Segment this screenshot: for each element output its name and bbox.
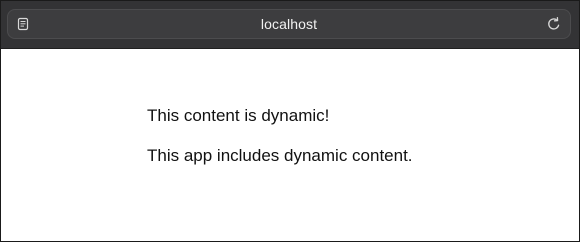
url-text[interactable]: localhost <box>8 10 570 38</box>
dynamic-content-text: This app includes dynamic content. <box>147 146 413 165</box>
page-content: This content is dynamic! This app includ… <box>1 49 579 241</box>
reload-icon[interactable] <box>546 16 562 32</box>
address-bar[interactable]: localhost <box>7 9 571 39</box>
browser-window: localhost This content is dynamic! This … <box>0 0 580 242</box>
browser-toolbar: localhost <box>1 1 579 49</box>
dynamic-content-heading: This content is dynamic! <box>147 106 330 125</box>
